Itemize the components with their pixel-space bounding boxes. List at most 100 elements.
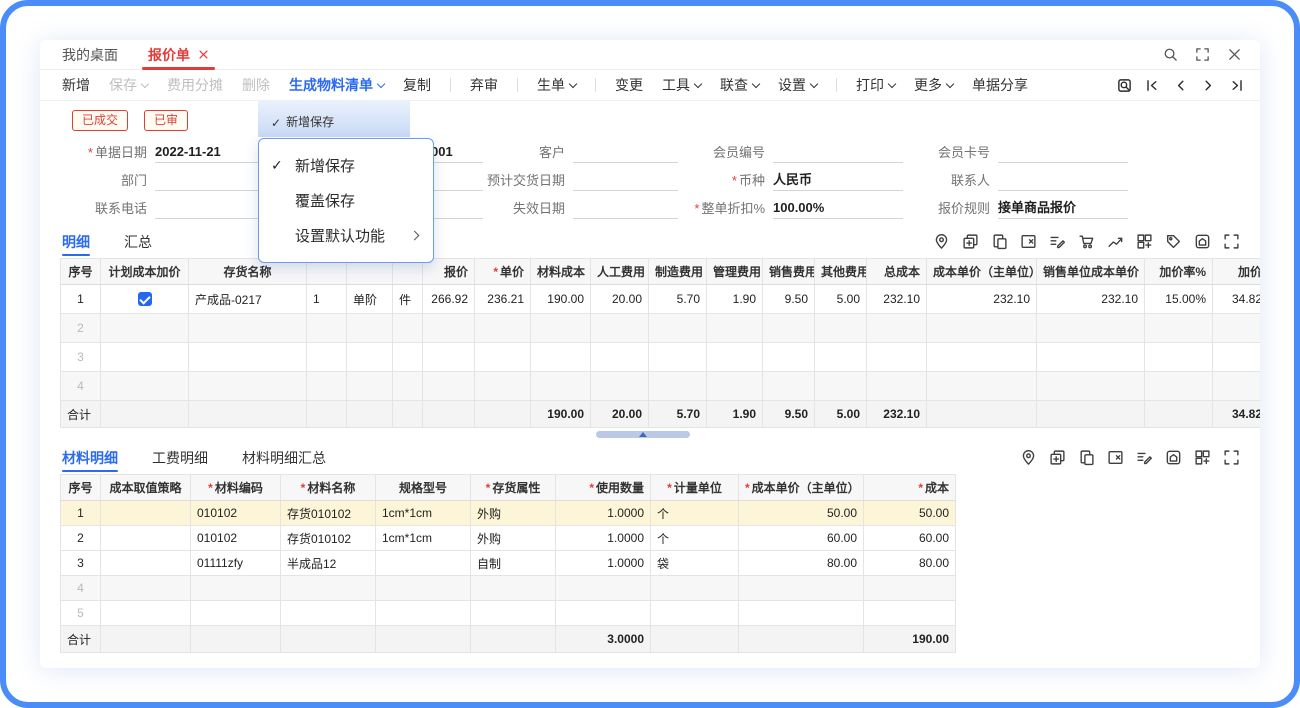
grid-cell[interactable]: 010102 [191, 526, 281, 551]
grid-cell[interactable]: 266.92 [423, 285, 475, 314]
grid-cell[interactable]: 外购 [471, 501, 556, 526]
close-icon[interactable] [1227, 47, 1242, 62]
checkbox-checked[interactable] [138, 292, 152, 306]
toolbar-linked-query-button[interactable]: 联查 [720, 75, 759, 95]
grid-cell[interactable] [651, 576, 739, 601]
field-input[interactable] [573, 168, 678, 191]
menu-item-set-default[interactable]: 设置默认功能 [259, 218, 433, 253]
fullscreen-icon[interactable] [1195, 47, 1210, 62]
field-input[interactable]: 100.00% [773, 196, 903, 219]
toolbar-add-button[interactable]: 新增 [62, 75, 90, 95]
grid-cell[interactable]: 34.82 [1213, 285, 1261, 314]
grid-cell[interactable] [347, 314, 393, 343]
toolbar-settings-button[interactable]: 设置 [778, 75, 817, 95]
fullscreen-icon[interactable] [1223, 449, 1240, 466]
grid-cell[interactable] [101, 372, 189, 401]
trend-chart-icon[interactable] [1107, 233, 1124, 250]
grid-cell[interactable]: 个 [651, 501, 739, 526]
tab-material-detail[interactable]: 材料明细 [62, 441, 118, 474]
grid-cell[interactable]: 袋 [651, 551, 739, 576]
grid-cell[interactable] [376, 576, 471, 601]
grid-cell[interactable] [347, 372, 393, 401]
tab-summary[interactable]: 汇总 [124, 225, 152, 258]
grid-cell[interactable]: 5.00 [815, 285, 867, 314]
grid-cell[interactable] [475, 314, 531, 343]
tab-labor-detail[interactable]: 工费明细 [152, 441, 208, 474]
grid-cell[interactable]: 232.10 [927, 285, 1037, 314]
grid-cell[interactable]: 80.00 [739, 551, 864, 576]
grid-cell[interactable]: 1.0000 [556, 501, 651, 526]
grid-cell[interactable]: 1.0000 [556, 551, 651, 576]
grid-cell[interactable]: 半成品12 [281, 551, 376, 576]
grid-cell[interactable] [393, 314, 423, 343]
tab-material-summary[interactable]: 材料明细汇总 [242, 441, 326, 474]
tab-detail[interactable]: 明细 [62, 225, 90, 258]
field-input[interactable]: 人民币 [773, 168, 903, 191]
toolbar-change-button[interactable]: 变更 [615, 75, 643, 95]
grid-cell[interactable] [531, 314, 591, 343]
grid-cell[interactable] [763, 343, 815, 372]
grid-cell[interactable] [475, 372, 531, 401]
grid-cell[interactable] [651, 601, 739, 626]
grid-cell[interactable]: 存货010102 [281, 501, 376, 526]
location-icon[interactable] [933, 233, 950, 250]
layout-blocks-icon[interactable] [1136, 233, 1153, 250]
grid-cell[interactable] [649, 343, 707, 372]
grid-cell[interactable] [864, 576, 956, 601]
toolbar-tools-button[interactable]: 工具 [662, 75, 701, 95]
grid-cell[interactable] [707, 372, 763, 401]
grid-cell[interactable] [531, 372, 591, 401]
tab-my-desktop[interactable]: 我的桌面 [62, 40, 118, 70]
grid-cell[interactable] [591, 343, 649, 372]
grid-cell[interactable] [423, 372, 475, 401]
toolbar-generate-bom-button[interactable]: 生成物料清单 [289, 75, 384, 95]
layout-blocks-icon[interactable] [1194, 449, 1211, 466]
grid-cell[interactable]: 80.00 [864, 551, 956, 576]
grid-cell[interactable] [815, 372, 867, 401]
grid-cell[interactable]: 232.10 [867, 285, 927, 314]
grid-cell[interactable] [1213, 314, 1261, 343]
grid-cell[interactable]: 产成品-0217 [189, 285, 307, 314]
grid-cell[interactable] [739, 576, 864, 601]
grid-cell[interactable] [101, 601, 191, 626]
grid-cell[interactable]: 20.00 [591, 285, 649, 314]
grid-cell[interactable] [189, 372, 307, 401]
grid-cell[interactable] [101, 314, 189, 343]
grid-cell[interactable] [101, 285, 189, 314]
grid-cell[interactable] [815, 343, 867, 372]
field-input[interactable] [998, 140, 1128, 163]
grid-cell[interactable]: 60.00 [864, 526, 956, 551]
grid-cell[interactable]: 自制 [471, 551, 556, 576]
toolbar-more-button[interactable]: 更多 [914, 75, 953, 95]
grid-cell[interactable]: 010102 [191, 501, 281, 526]
grid-cell[interactable]: 232.10 [1037, 285, 1145, 314]
search-icon[interactable] [1163, 47, 1178, 62]
grid-cell[interactable] [1037, 372, 1145, 401]
copy-row-icon[interactable] [1078, 449, 1095, 466]
grid-cell[interactable]: 1.0000 [556, 526, 651, 551]
grid-cell[interactable] [707, 314, 763, 343]
grid-cell[interactable]: 件 [393, 285, 423, 314]
grid-cell[interactable] [423, 343, 475, 372]
grid-cell[interactable] [307, 343, 347, 372]
purchase-cart-icon[interactable] [1078, 233, 1095, 250]
delete-row-icon[interactable] [1020, 233, 1037, 250]
warehouse-icon[interactable] [1165, 449, 1182, 466]
grid-cell[interactable] [591, 314, 649, 343]
menu-item-save-overwrite[interactable]: 覆盖保存 [259, 183, 433, 218]
grid-cell[interactable] [763, 314, 815, 343]
first-icon[interactable] [1145, 78, 1160, 93]
grid-cell[interactable] [101, 501, 191, 526]
tab-quotation[interactable]: 报价单 [148, 40, 209, 70]
grid-cell[interactable] [376, 601, 471, 626]
grid-cell[interactable]: 1 [307, 285, 347, 314]
grid-cell[interactable] [1145, 372, 1213, 401]
grid-cell[interactable]: 01111zfy [191, 551, 281, 576]
batch-edit-icon[interactable] [1049, 233, 1066, 250]
grid-cell[interactable] [1145, 343, 1213, 372]
grid-cell[interactable] [649, 314, 707, 343]
grid-cell[interactable] [763, 372, 815, 401]
grid-cell[interactable] [101, 526, 191, 551]
grid-cell[interactable] [307, 314, 347, 343]
field-input[interactable]: 接单商品报价 [998, 196, 1128, 219]
